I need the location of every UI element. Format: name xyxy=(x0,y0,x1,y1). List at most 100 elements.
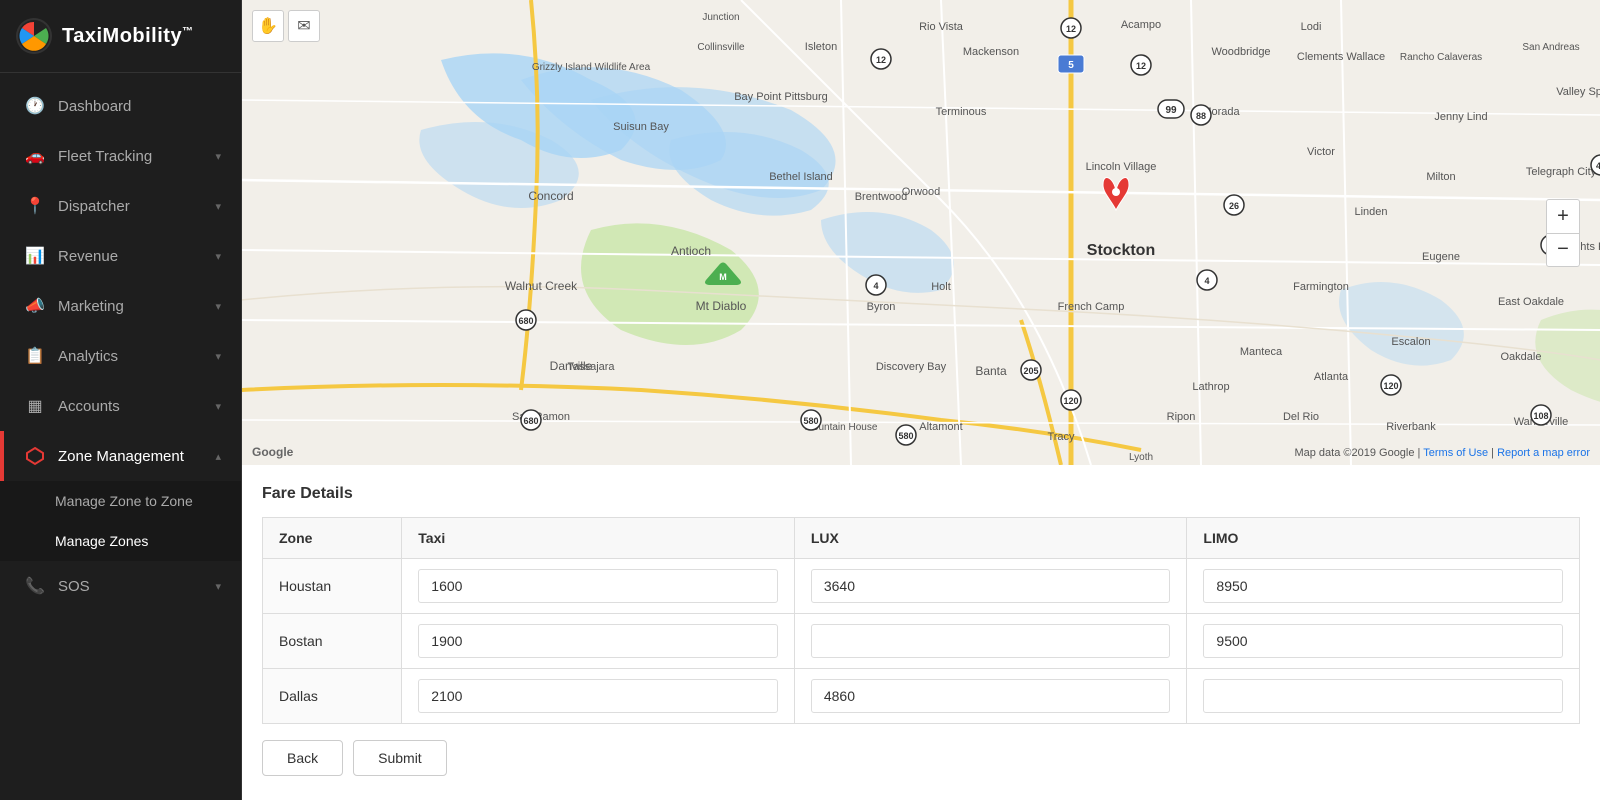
revenue-icon: 📊 xyxy=(24,245,46,267)
limo-input[interactable] xyxy=(1203,624,1563,658)
svg-text:Riverbank: Riverbank xyxy=(1386,421,1436,433)
sos-chevron: ▾ xyxy=(215,580,221,593)
revenue-chevron: ▾ xyxy=(215,250,221,263)
zone-cell: Dallas xyxy=(263,669,402,724)
svg-text:4: 4 xyxy=(873,281,878,291)
svg-text:205: 205 xyxy=(1023,366,1038,376)
sidebar-item-revenue[interactable]: 📊 Revenue ▾ xyxy=(0,231,241,281)
svg-text:Holt: Holt xyxy=(931,281,951,293)
sidebar-item-dashboard[interactable]: 🕐 Dashboard xyxy=(0,81,241,131)
sidebar: TaxiMobility™ 🕐 Dashboard 🚗 Fleet Tracki… xyxy=(0,0,242,800)
svg-text:120: 120 xyxy=(1383,381,1398,391)
zoom-out-button[interactable]: − xyxy=(1546,233,1580,267)
svg-text:680: 680 xyxy=(523,416,538,426)
back-button[interactable]: Back xyxy=(262,740,343,776)
sidebar-item-accounts[interactable]: ▦ Accounts ▾ xyxy=(0,381,241,431)
accounts-chevron: ▾ xyxy=(215,400,221,413)
limo-input[interactable] xyxy=(1203,569,1563,603)
svg-text:Jenny Lind: Jenny Lind xyxy=(1434,111,1487,123)
sidebar-item-marketing[interactable]: 📣 Marketing ▾ xyxy=(0,281,241,331)
svg-text:580: 580 xyxy=(898,431,913,441)
hand-tool-button[interactable]: ✋ xyxy=(252,10,284,42)
svg-text:Milton: Milton xyxy=(1426,171,1455,183)
logo-icon xyxy=(16,18,52,54)
svg-text:Del Rio: Del Rio xyxy=(1283,411,1319,423)
svg-text:Acampo: Acampo xyxy=(1121,19,1161,31)
lux-input[interactable] xyxy=(811,679,1171,713)
accounts-icon: ▦ xyxy=(24,395,46,417)
sidebar-item-fleet-label: Fleet Tracking xyxy=(58,148,152,165)
zone-chevron: ▴ xyxy=(215,450,221,463)
svg-text:Brentwood: Brentwood xyxy=(855,191,908,203)
svg-text:Lodi: Lodi xyxy=(1301,21,1322,33)
table-row: Houstan xyxy=(263,559,1580,614)
zone-cell: Bostan xyxy=(263,614,402,669)
fare-table-body: Houstan Bostan Dallas xyxy=(263,559,1580,724)
lux-input[interactable] xyxy=(811,569,1171,603)
taxi-input[interactable] xyxy=(418,679,778,713)
taxi-input[interactable] xyxy=(418,569,778,603)
svg-text:Junction: Junction xyxy=(702,12,739,23)
svg-text:Escalon: Escalon xyxy=(1391,336,1430,348)
svg-text:120: 120 xyxy=(1063,396,1078,406)
dispatcher-chevron: ▾ xyxy=(215,200,221,213)
sidebar-item-revenue-label: Revenue xyxy=(58,248,118,265)
zoom-in-button[interactable]: + xyxy=(1546,199,1580,233)
svg-text:Stockton: Stockton xyxy=(1087,242,1155,259)
svg-text:580: 580 xyxy=(803,416,818,426)
map-svg: 5 99 Stockton Antioch Concord Walnut Cre… xyxy=(242,0,1600,465)
svg-text:Bethel Island: Bethel Island xyxy=(769,171,833,183)
sidebar-item-analytics-label: Analytics xyxy=(58,348,118,365)
app-name: TaxiMobility™ xyxy=(62,25,194,48)
limo-cell xyxy=(1187,559,1580,614)
svg-text:Lincoln Village: Lincoln Village xyxy=(1086,161,1157,173)
sidebar-item-dispatcher[interactable]: 📍 Dispatcher ▾ xyxy=(0,181,241,231)
terms-link[interactable]: Terms of Use xyxy=(1423,447,1488,459)
svg-text:Linden: Linden xyxy=(1354,206,1387,218)
svg-text:Bay Point Pittsburg: Bay Point Pittsburg xyxy=(734,91,828,103)
svg-text:Oakdale: Oakdale xyxy=(1501,351,1542,363)
col-lux: LUX xyxy=(794,518,1187,559)
limo-cell xyxy=(1187,669,1580,724)
dashboard-icon: 🕐 xyxy=(24,95,46,117)
svg-text:680: 680 xyxy=(518,316,533,326)
draw-tool-button[interactable]: ✉ xyxy=(288,10,320,42)
svg-text:Orwood: Orwood xyxy=(902,186,941,198)
submit-button[interactable]: Submit xyxy=(353,740,447,776)
sidebar-sub-manage-zones[interactable]: Manage Zones xyxy=(0,521,241,561)
lux-input[interactable] xyxy=(811,624,1171,658)
table-row: Dallas xyxy=(263,669,1580,724)
limo-input[interactable] xyxy=(1203,679,1563,713)
nav-list: 🕐 Dashboard 🚗 Fleet Tracking ▾ 📍 Dispatc… xyxy=(0,73,241,800)
taxi-input[interactable] xyxy=(418,624,778,658)
svg-text:San Andreas: San Andreas xyxy=(1522,42,1579,53)
svg-text:108: 108 xyxy=(1533,411,1548,421)
svg-text:4: 4 xyxy=(1204,276,1209,286)
report-link[interactable]: Report a map error xyxy=(1497,447,1590,459)
lux-cell xyxy=(794,669,1187,724)
zone-management-icon xyxy=(24,445,46,467)
svg-text:Lyoth: Lyoth xyxy=(1129,452,1153,463)
sidebar-item-fleet-tracking[interactable]: 🚗 Fleet Tracking ▾ xyxy=(0,131,241,181)
sidebar-sub-manage-zone-to-zone[interactable]: Manage Zone to Zone xyxy=(0,481,241,521)
map-zoom-controls: + − xyxy=(1546,199,1580,267)
sidebar-item-zone-management[interactable]: Zone Management ▴ xyxy=(0,431,241,481)
svg-text:Byron: Byron xyxy=(867,301,896,313)
table-header-row: Zone Taxi LUX LIMO xyxy=(263,518,1580,559)
svg-text:Discovery Bay: Discovery Bay xyxy=(876,361,947,373)
fare-details-title: Fare Details xyxy=(262,485,1580,503)
svg-text:Banta: Banta xyxy=(975,364,1007,378)
fleet-icon: 🚗 xyxy=(24,145,46,167)
sidebar-item-accounts-label: Accounts xyxy=(58,398,120,415)
logo-area: TaxiMobility™ xyxy=(0,0,241,73)
sidebar-item-dispatcher-label: Dispatcher xyxy=(58,198,130,215)
svg-text:12: 12 xyxy=(1066,24,1076,34)
sidebar-item-analytics[interactable]: 📋 Analytics ▾ xyxy=(0,331,241,381)
marketing-icon: 📣 xyxy=(24,295,46,317)
sidebar-item-sos-label: SOS xyxy=(58,578,90,595)
col-zone: Zone xyxy=(263,518,402,559)
sidebar-item-sos[interactable]: 📞 SOS ▾ xyxy=(0,561,241,611)
svg-text:Rio Vista: Rio Vista xyxy=(919,21,964,33)
svg-text:Mt Diablo: Mt Diablo xyxy=(696,299,747,313)
lux-cell xyxy=(794,614,1187,669)
